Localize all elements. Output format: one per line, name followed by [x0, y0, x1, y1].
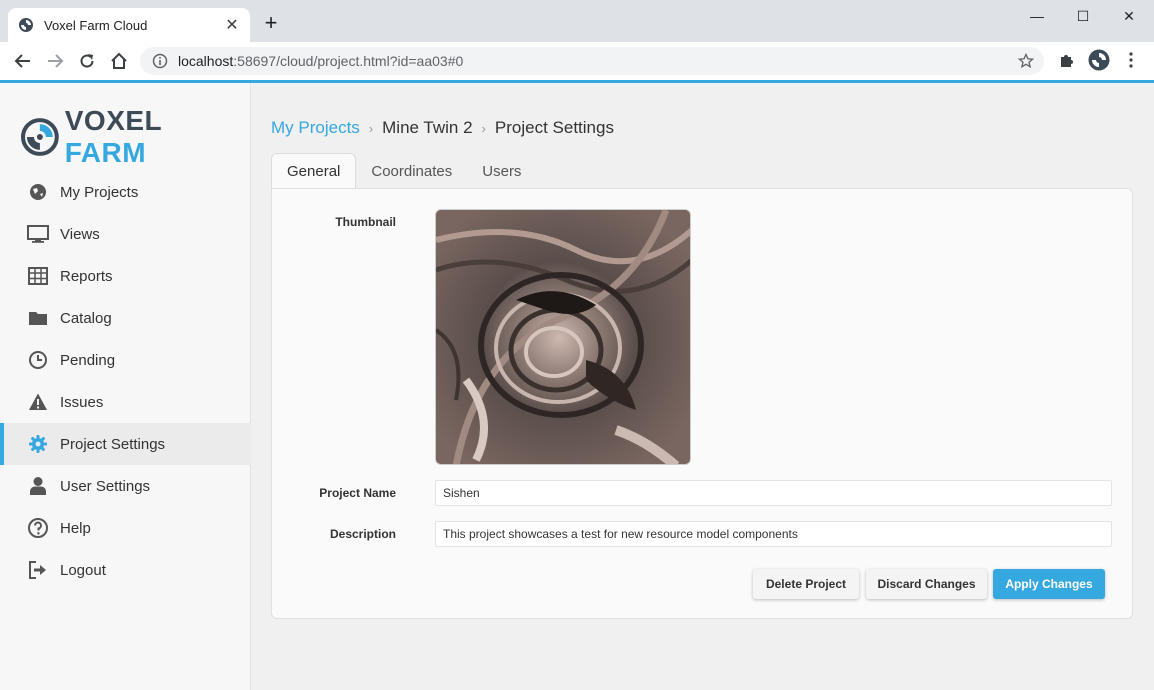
- mine-aerial-image: [436, 210, 690, 464]
- voxel-farm-logo[interactable]: VOXEL FARM: [21, 105, 250, 169]
- tab-users[interactable]: Users: [467, 153, 536, 189]
- back-button[interactable]: [11, 49, 35, 73]
- forward-button[interactable]: [43, 49, 67, 73]
- address-bar[interactable]: localhost:58697/cloud/project.html?id=aa…: [140, 47, 1044, 75]
- warning-icon: [27, 391, 49, 413]
- tab-coordinates[interactable]: Coordinates: [356, 153, 467, 189]
- logo-wordmark: VOXEL FARM: [65, 105, 250, 169]
- logo-word-farm: FARM: [64, 137, 147, 168]
- breadcrumb-current: Project Settings: [494, 118, 614, 137]
- breadcrumb-separator: ›: [481, 120, 486, 136]
- project-name-input[interactable]: Sishen: [435, 480, 1112, 506]
- sidebar-item-label: Reports: [60, 267, 113, 285]
- table-icon: [27, 265, 49, 287]
- description-label: Description: [329, 527, 396, 541]
- clock-icon: [27, 349, 49, 371]
- sidebar-item-pending[interactable]: Pending: [0, 339, 251, 381]
- delete-project-button[interactable]: Delete Project: [753, 569, 859, 599]
- globe-icon: [27, 181, 49, 203]
- reload-icon: [80, 54, 94, 68]
- user-icon: [27, 475, 49, 497]
- url-text: localhost:58697/cloud/project.html?id=aa…: [178, 53, 463, 69]
- minimize-button[interactable]: —: [1014, 4, 1060, 28]
- home-button[interactable]: [107, 49, 131, 73]
- sidebar-item-label: Views: [60, 225, 100, 243]
- browser-tab-title: Voxel Farm Cloud: [44, 17, 148, 33]
- sidebar-item-label: Catalog: [60, 309, 112, 327]
- sidebar-item-label: User Settings: [60, 477, 151, 495]
- sidebar-item-logout[interactable]: Logout: [0, 549, 251, 591]
- extensions-puzzle-icon[interactable]: [1058, 51, 1076, 74]
- thumbnail-label: Thumbnail: [335, 215, 396, 229]
- breadcrumb-project[interactable]: Mine Twin 2: [382, 118, 472, 138]
- sidebar-item-my-projects[interactable]: My Projects: [0, 171, 251, 213]
- bookmark-star-icon[interactable]: [1017, 52, 1035, 74]
- voxel-farm-logo-icon: [21, 118, 59, 156]
- sidebar-item-label: Issues: [60, 393, 104, 411]
- sidebar-item-views[interactable]: Views: [0, 213, 251, 255]
- project-thumbnail[interactable]: [435, 209, 691, 465]
- sidebar-item-help[interactable]: Help: [0, 507, 251, 549]
- home-icon: [111, 52, 127, 69]
- tab-general[interactable]: General: [271, 153, 357, 189]
- new-tab-button[interactable]: +: [260, 12, 282, 34]
- arrow-right-icon: [48, 54, 64, 68]
- arrow-left-icon: [14, 54, 30, 68]
- browser-toolbar: localhost:58697/cloud/project.html?id=aa…: [0, 42, 1154, 80]
- sidebar-item-label: Pending: [60, 351, 116, 369]
- sidebar-item-label: Logout: [60, 561, 106, 579]
- url-host: localhost: [178, 53, 234, 69]
- close-window-button[interactable]: ✕: [1106, 4, 1152, 28]
- voxel-farm-favicon-icon: [18, 17, 34, 33]
- info-icon: [152, 53, 168, 69]
- apply-changes-button[interactable]: Apply Changes: [993, 569, 1105, 599]
- breadcrumb-separator: ›: [368, 120, 374, 136]
- monitor-icon: [27, 223, 49, 245]
- sidebar-item-user-settings[interactable]: User Settings: [0, 465, 251, 507]
- sidebar-item-label: My Projects: [60, 183, 139, 201]
- gear-icon: [27, 433, 49, 455]
- profile-avatar-icon[interactable]: [1088, 49, 1110, 76]
- breadcrumb-my-projects[interactable]: My Projects: [271, 118, 360, 138]
- logo-word-voxel: VOXEL: [64, 105, 162, 136]
- tab-close-icon[interactable]: ✕: [224, 15, 240, 35]
- settings-tabs: General Coordinates Users: [271, 153, 536, 189]
- maximize-button[interactable]: ☐: [1060, 4, 1106, 28]
- sidebar-item-project-settings[interactable]: Project Settings: [0, 423, 251, 465]
- sidebar: VOXEL FARM My Projects Views Reports Cat…: [0, 83, 251, 690]
- sidebar-item-reports[interactable]: Reports: [0, 255, 251, 297]
- breadcrumb: My Projects › Mine Twin 2 › Project Sett…: [271, 118, 614, 138]
- sidebar-item-catalog[interactable]: Catalog: [0, 297, 251, 339]
- browser-menu-icon[interactable]: [1126, 51, 1136, 74]
- sidebar-item-issues[interactable]: Issues: [0, 381, 251, 423]
- folder-icon: [27, 307, 49, 329]
- description-input[interactable]: This project showcases a test for new re…: [435, 521, 1112, 547]
- general-settings-panel: Thumbnail Project Name Sishen Descriptio…: [271, 188, 1133, 619]
- main-content: My Projects › Mine Twin 2 › Project Sett…: [252, 83, 1154, 690]
- sidebar-item-label: Project Settings: [60, 435, 166, 453]
- help-icon: [27, 517, 49, 539]
- url-path: :58697/cloud/project.html?id=aa03#0: [233, 53, 464, 69]
- browser-tab[interactable]: Voxel Farm Cloud ✕: [8, 8, 250, 42]
- sidebar-item-label: Help: [60, 519, 91, 537]
- discard-changes-button[interactable]: Discard Changes: [866, 569, 987, 599]
- logout-icon: [27, 559, 49, 581]
- project-name-label: Project Name: [319, 486, 396, 500]
- reload-button[interactable]: [75, 49, 99, 73]
- sidebar-nav: My Projects Views Reports Catalog Pendin…: [0, 171, 251, 591]
- browser-titlebar: Voxel Farm Cloud ✕ + — ☐ ✕: [0, 0, 1154, 42]
